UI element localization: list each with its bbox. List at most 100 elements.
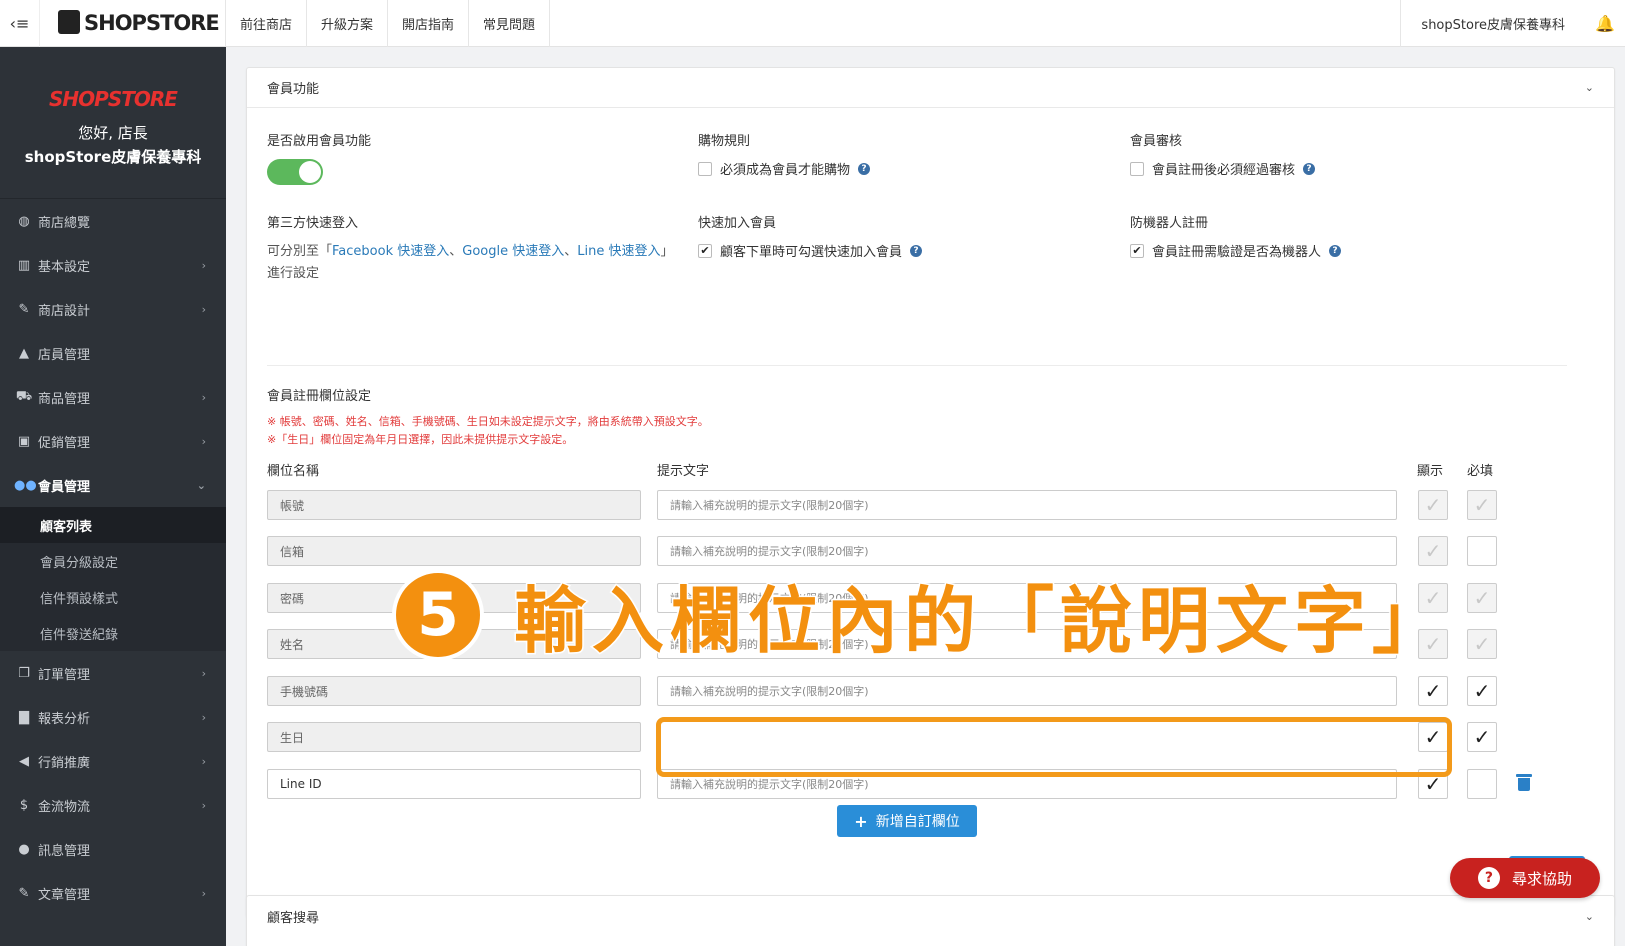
chevron-down-icon[interactable]: ⌄	[1585, 910, 1594, 923]
members-only-label: 必須成為會員才能購物	[720, 163, 851, 178]
required-checkbox[interactable]	[1467, 536, 1497, 566]
edit-icon: ✎	[18, 885, 30, 901]
sidebar-item-products[interactable]: ⛟ 商品管理 ›	[0, 375, 226, 419]
sidebar-item-basic-settings[interactable]: ▥ 基本設定 ›	[0, 243, 226, 287]
chevron-right-icon: ›	[201, 434, 206, 448]
help-icon[interactable]: ?	[858, 162, 871, 175]
sidebar-item-marketing[interactable]: ◀ 行銷推廣 ›	[0, 739, 226, 783]
help-icon[interactable]: ?	[1303, 162, 1316, 175]
show-checkbox[interactable]: ✓	[1418, 676, 1448, 706]
help-button[interactable]: ? 尋求協助	[1450, 858, 1600, 898]
chevron-right-icon: ›	[201, 666, 206, 680]
divider	[267, 365, 1567, 366]
sidebar-logo: SHOPSTORE	[49, 87, 178, 111]
nav-visit-store[interactable]: 前往商店	[226, 0, 308, 47]
panel-title: 會員功能	[267, 82, 320, 97]
member-feature-panel: 會員功能 ⌄ 是否啟用會員功能 購物規則 必須成為會員才能購物 ? 會員審核 會…	[246, 67, 1615, 917]
logo-mark-icon	[58, 9, 80, 34]
help-icon[interactable]: ?	[1329, 244, 1342, 257]
member-review-checkbox[interactable]	[1130, 161, 1144, 176]
panel-header[interactable]: 會員功能 ⌄	[247, 68, 1614, 108]
sidebar-subitem-customer-list[interactable]: 顧客列表	[0, 507, 226, 543]
chevron-right-icon: ›	[201, 390, 206, 404]
bank-icon: ▥	[17, 257, 31, 273]
search-panel-title: 顧客搜尋	[267, 910, 320, 926]
line-login-link[interactable]: Line 快速登入	[577, 244, 660, 259]
users-icon: ●●	[14, 477, 37, 493]
customer-search-panel: 顧客搜尋 ⌄	[246, 895, 1615, 946]
member-review-title: 會員審核	[1130, 134, 1183, 149]
note-birthday: ※「生日」欄位固定為年月日選擇，因此未提供提示文字設定。	[267, 433, 574, 446]
required-checkbox[interactable]: ✓	[1467, 722, 1497, 752]
sidebar-item-promotions[interactable]: ▣ 促銷管理 ›	[0, 419, 226, 463]
plus-icon: +	[854, 811, 868, 831]
nav-upgrade-plan[interactable]: 升級方案	[307, 0, 389, 47]
top-nav: 前往商店 升級方案 開店指南 常見問題	[226, 0, 551, 47]
trash-icon[interactable]	[1516, 774, 1532, 792]
required-checkbox: ✓	[1467, 490, 1497, 520]
sidebar-item-orders[interactable]: ❐ 訂單管理 ›	[0, 651, 226, 695]
google-login-link[interactable]: Google 快速登入	[462, 244, 564, 259]
lock-icon: ▲	[19, 345, 29, 361]
nav-store-guide[interactable]: 開店指南	[388, 0, 470, 47]
sidebar-item-messages[interactable]: ● 訊息管理	[0, 827, 226, 871]
field-hint-input[interactable]: 請輸入補充說明的提示文字(限制20個字)	[657, 490, 1397, 520]
step-number: 5	[392, 568, 484, 661]
sidebar-item-payment-logistics[interactable]: $ 金流物流 ›	[0, 783, 226, 827]
add-custom-field-button[interactable]: + 新增自訂欄位	[837, 805, 977, 837]
bullhorn-icon: ◀	[19, 753, 29, 769]
sidebar-item-members[interactable]: ●● 會員管理 ⌄	[0, 463, 226, 507]
help-icon[interactable]: ?	[910, 244, 923, 257]
search-panel-header[interactable]: 顧客搜尋 ⌄	[247, 896, 1614, 936]
store-name-link[interactable]: shopStore皮膚保養專科	[1400, 0, 1585, 47]
enable-member-toggle[interactable]	[267, 159, 323, 185]
highlight-frame	[656, 717, 1452, 777]
sidebar-store-name: shopStore皮膚保養專科	[24, 148, 202, 166]
sidebar-item-overview[interactable]: ◍ 商店總覽	[0, 199, 226, 243]
menu-toggle-icon[interactable]: ‹≡	[0, 0, 40, 47]
field-name-input[interactable]: Line ID	[267, 769, 641, 799]
required-checkbox[interactable]	[1467, 769, 1497, 799]
sidebar-item-articles[interactable]: ✎ 文章管理 ›	[0, 871, 226, 915]
field-hint-input[interactable]: 請輸入補充說明的提示文字(限制20個字)	[657, 676, 1397, 706]
sidebar-subitem-email-templates[interactable]: 信件預設樣式	[0, 579, 226, 615]
sidebar-item-staff[interactable]: ▲ 店員管理	[0, 331, 226, 375]
brand-logo[interactable]: SHOPSTORE	[40, 0, 226, 47]
sidebar-item-store-design[interactable]: ✎ 商店設計 ›	[0, 287, 226, 331]
cart-icon: ⛟	[15, 388, 33, 404]
show-checkbox: ✓	[1418, 490, 1448, 520]
anti-bot-title: 防機器人註冊	[1130, 216, 1209, 231]
field-name-input: 生日	[267, 722, 641, 752]
quick-join-title: 快速加入會員	[698, 216, 777, 231]
column-header-show: 顯示	[1417, 464, 1444, 479]
sidebar: SHOPSTORE 您好, 店長 shopStore皮膚保養專科 ◍ 商店總覽 ▥…	[0, 47, 226, 946]
sidebar-subitem-member-levels[interactable]: 會員分級設定	[0, 543, 226, 579]
shopping-rule-title: 購物規則	[698, 134, 751, 149]
bell-icon[interactable]: 🔔	[1585, 14, 1625, 33]
quick-join-label: 顧客下單時可勾選快速加入會員	[720, 245, 903, 260]
sidebar-item-reports[interactable]: ▇ 報表分析 ›	[0, 695, 226, 739]
sidebar-subitem-email-log[interactable]: 信件發送紀錄	[0, 615, 226, 651]
magic-wand-icon: ✎	[18, 301, 30, 317]
members-only-checkbox[interactable]	[698, 161, 712, 176]
gift-icon: ▣	[17, 433, 31, 449]
nav-faq[interactable]: 常見問題	[469, 0, 551, 47]
chevron-right-icon: ›	[201, 886, 206, 900]
required-checkbox[interactable]: ✓	[1467, 676, 1497, 706]
required-checkbox: ✓	[1467, 583, 1497, 613]
note-default-hint: ※ 帳號、密碼、姓名、信箱、手機號碼、生日如未設定提示文字，將由系統帶入預設文字…	[267, 415, 709, 428]
field-row-account: 帳號 請輸入補充說明的提示文字(限制20個字) ✓ ✓	[267, 490, 1527, 522]
quick-join-checkbox[interactable]: ✔	[698, 243, 712, 258]
chevron-down-icon[interactable]: ⌄	[1585, 81, 1594, 94]
column-header-required: 必填	[1467, 464, 1494, 479]
facebook-login-link[interactable]: Facebook 快速登入	[332, 244, 449, 259]
third-party-login-title: 第三方快速登入	[267, 216, 359, 231]
field-name-input: 手機號碼	[267, 676, 641, 706]
anti-bot-checkbox[interactable]: ✔	[1130, 243, 1144, 258]
comments-icon: ●	[18, 841, 30, 857]
greeting: 您好, 店長	[78, 124, 148, 142]
column-header-name: 欄位名稱	[267, 464, 320, 479]
question-icon: ?	[1477, 867, 1500, 889]
registration-fields-title: 會員註冊欄位設定	[267, 389, 372, 404]
step-text: 輸入欄位內的「說明文字」	[512, 578, 1451, 665]
